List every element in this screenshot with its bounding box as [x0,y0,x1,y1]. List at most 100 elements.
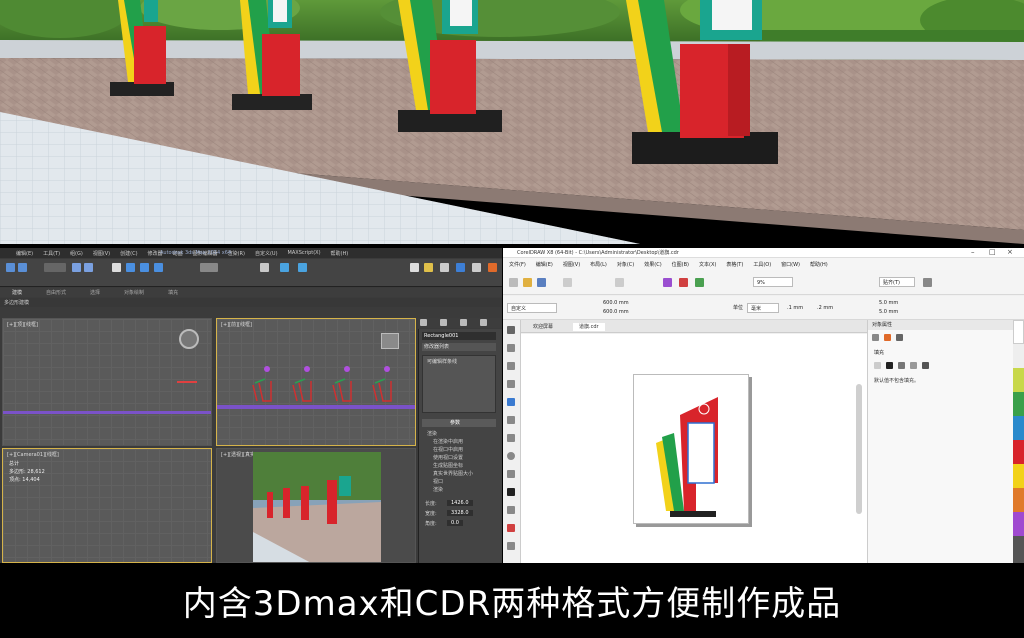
save-icon[interactable] [537,278,546,287]
render-option[interactable]: 视口 [433,479,443,485]
page-width-input[interactable]: 600.0 mm [603,300,629,306]
stack-item[interactable]: 可编辑样条线 [427,359,457,365]
modifier-stack[interactable]: 可编辑样条线 [422,355,496,413]
fill-tab-icon[interactable] [884,334,891,341]
percent-snap-icon[interactable] [298,263,307,272]
ellipse-tool-icon[interactable] [507,452,515,460]
cdr-menu-item[interactable]: 对象(C) [617,261,634,268]
palette-swatch[interactable] [1013,536,1024,563]
object-name-field[interactable]: Rectangle001 [422,332,496,340]
outline-width-input[interactable]: .2 mm [817,305,833,311]
select-by-name-icon[interactable] [84,263,93,272]
render-option[interactable]: 使用视口设置 [433,455,463,461]
render-option[interactable]: 渲染 [433,487,443,493]
ribbon-tab[interactable]: 建模 [12,289,22,296]
uniform-fill-icon[interactable] [886,362,893,369]
ribbon-subtab[interactable]: 多边形建模 [4,300,29,306]
page-height-input[interactable]: 600.0 mm [603,309,629,315]
options-gear-icon[interactable] [923,278,932,287]
tab-welcome[interactable]: 欢迎屏幕 [533,324,553,330]
cdr-menu-item[interactable]: 位图(B) [672,261,689,268]
undo-icon[interactable] [615,278,624,287]
zoom-level-dropdown[interactable]: 9% [753,277,793,287]
parallel-dimension-icon[interactable] [507,506,515,514]
modify-tab-icon[interactable] [440,319,447,326]
select-icon[interactable] [72,263,81,272]
ribbon-tab[interactable]: 自由形式 [46,289,66,296]
maximize-button[interactable]: □ [989,249,996,256]
cdr-menu-item[interactable]: 布局(L) [590,261,607,268]
snap-icon[interactable] [260,263,269,272]
viewport-perspective[interactable]: [+][透视][真实] [216,448,416,563]
gradient-fill-icon[interactable] [898,362,905,369]
reference-coord-dropdown[interactable] [200,263,218,272]
outline-tab-icon[interactable] [872,334,879,341]
pick-tool-icon[interactable] [507,326,515,334]
modifier-list-dropdown[interactable]: 修改器列表 [422,343,496,351]
palette-swatch[interactable] [1013,344,1024,368]
export-icon[interactable] [695,278,704,287]
hierarchy-tab-icon[interactable] [460,319,467,326]
artistic-media-icon[interactable] [507,416,515,424]
cdr-menu-item[interactable]: 编辑(E) [536,261,553,268]
length-input[interactable]: 1426.0 [447,500,473,506]
palette-swatch[interactable] [1013,512,1024,536]
texture-fill-icon[interactable] [922,362,929,369]
drawing-canvas[interactable] [521,334,867,563]
cdr-menu-item[interactable]: 帮助(H) [810,261,828,268]
cdr-menu-item[interactable]: 文本(X) [699,261,716,268]
viewport-label[interactable]: [+][顶][线框] [7,321,38,328]
material-editor-icon[interactable] [440,263,449,272]
create-tab-icon[interactable] [420,319,427,326]
corel-connect-icon[interactable] [663,278,672,287]
rotate-icon[interactable] [140,263,149,272]
rectangle-tool-icon[interactable] [507,434,515,442]
redo-icon[interactable] [18,263,27,272]
angle-input[interactable]: 0.0 [447,520,463,526]
max-menu-item[interactable]: 创建(C) [120,250,137,257]
nudge-input[interactable]: .1 mm [787,305,803,311]
shape-tool-icon[interactable] [507,344,515,352]
crop-tool-icon[interactable] [507,362,515,370]
render-option[interactable]: 在渲染中启用 [433,439,463,445]
align-icon[interactable] [424,263,433,272]
max-menu-item[interactable]: 编辑(E) [16,250,33,257]
palette-swatch[interactable] [1013,488,1024,512]
render-option[interactable]: 真实世界贴图大小 [433,471,473,477]
ribbon-tab[interactable]: 填充 [168,289,178,296]
scale-icon[interactable] [154,263,163,272]
render-option[interactable]: 在视口中启用 [433,447,463,453]
region-select-icon[interactable] [112,263,121,272]
render-option[interactable]: 生成贴图坐标 [433,463,463,469]
viewport-label[interactable]: [+][透视][真实] [221,451,257,458]
render-setup-icon[interactable] [456,263,465,272]
palette-swatch[interactable] [1013,320,1024,344]
connector-tool-icon[interactable] [507,524,515,532]
palette-swatch[interactable] [1013,416,1024,440]
freehand-tool-icon[interactable] [507,398,515,406]
cdr-menu-item[interactable]: 效果(C) [644,261,661,268]
import-icon[interactable] [679,278,688,287]
width-input[interactable]: 3328.0 [447,510,473,516]
selection-filter-dropdown[interactable] [44,263,66,272]
max-menu-item[interactable]: MAXScript(X) [288,250,321,256]
text-tool-icon[interactable] [507,488,515,496]
viewport-label[interactable]: [+][Camera01][线框] [7,451,59,458]
palette-swatch[interactable] [1013,368,1024,392]
cdr-menu-item[interactable]: 窗口(W) [781,261,800,268]
dup-y-input[interactable]: 5.0 mm [879,309,898,315]
palette-swatch[interactable] [1013,440,1024,464]
max-menu-item[interactable]: 自定义(U) [255,250,278,257]
rollout-header[interactable]: 参数 [422,419,496,427]
viewcube-icon[interactable] [179,329,199,349]
mirror-icon[interactable] [410,263,419,272]
palette-swatch[interactable] [1013,392,1024,416]
polygon-tool-icon[interactable] [507,470,515,478]
render-icon[interactable] [488,263,497,272]
render-frame-icon[interactable] [472,263,481,272]
tab-document[interactable]: 道旗.cdr [573,323,605,331]
close-button[interactable]: × [1007,249,1013,256]
minimize-button[interactable]: – [971,249,975,256]
ribbon-tab[interactable]: 对象绘制 [124,289,144,296]
max-menu-item[interactable]: 工具(T) [43,250,60,257]
